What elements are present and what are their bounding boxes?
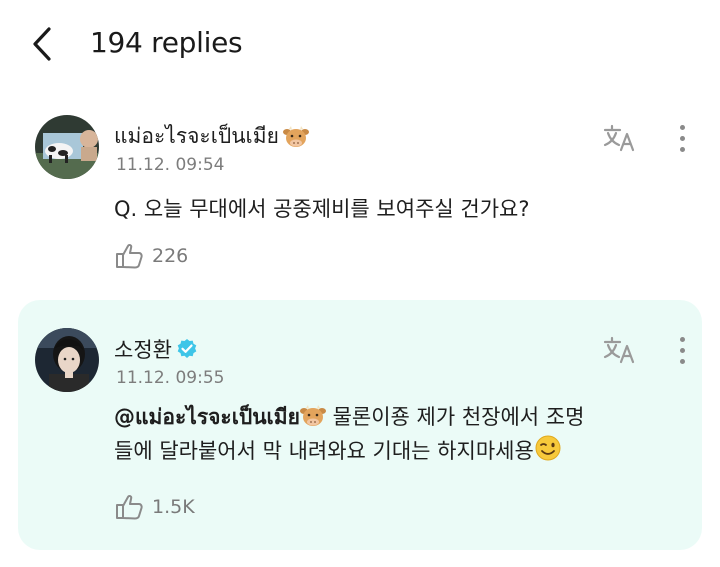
translate-icon [603, 336, 635, 364]
author-name[interactable]: 소정환 [114, 334, 198, 364]
verified-badge-icon [177, 339, 197, 358]
translate-icon [603, 124, 635, 152]
more-dot-icon [679, 146, 685, 152]
cow-face-icon [282, 125, 309, 147]
like-count: 1.5K [152, 496, 195, 518]
more-options-button[interactable] [668, 120, 696, 156]
thumbs-up-icon [116, 243, 143, 269]
more-dot-icon [679, 135, 685, 141]
reply-item-highlighted: 소정환 11.12. 09:55 @แม่อะไรจะเป็นเมีย 물론이죵… [18, 300, 702, 550]
more-dot-icon [679, 336, 685, 342]
reply-text: Q. 오늘 무대에서 공중제비를 보여주실 건가요? [114, 197, 530, 221]
more-dot-icon [679, 124, 685, 130]
more-dot-icon [679, 358, 685, 364]
cow-face-icon [299, 405, 326, 426]
mention-link[interactable]: @แม่อะไรจะเป็นเมีย [114, 405, 300, 429]
more-dot-icon [679, 347, 685, 353]
thumbs-up-icon [116, 494, 143, 520]
page-title: 194 replies [90, 26, 243, 59]
reply-text-line2: 들에 달라붙어서 막 내려와요 기대는 하지마세용 [114, 439, 534, 463]
chevron-left-icon [33, 27, 51, 61]
like-button[interactable]: 1.5K [114, 493, 195, 521]
like-count: 226 [152, 245, 189, 267]
avatar[interactable] [35, 328, 99, 392]
like-button[interactable]: 226 [114, 242, 188, 270]
winking-face-icon [535, 435, 561, 461]
reply-date: 11.12. 09:54 [116, 155, 225, 175]
author-name[interactable]: แม่อะไรจะเป็นเมีย [114, 120, 309, 153]
translate-button[interactable] [600, 332, 640, 368]
reply-item: แม่อะไรจะเป็นเมีย 11.12. 09:54 Q. 오늘 무대에… [18, 100, 702, 290]
back-button[interactable] [22, 22, 62, 66]
reply-text-line1: 물론이죵 제가 천장에서 조명 [332, 405, 585, 429]
translate-button[interactable] [600, 120, 640, 156]
header: 194 replies [0, 0, 720, 90]
more-options-button[interactable] [668, 332, 696, 368]
reply-date: 11.12. 09:55 [116, 368, 225, 388]
reply-text: @แม่อะไรจะเป็นเมีย 물론이죵 제가 천장에서 조명 들에 달라… [114, 400, 674, 468]
avatar[interactable] [35, 115, 99, 179]
